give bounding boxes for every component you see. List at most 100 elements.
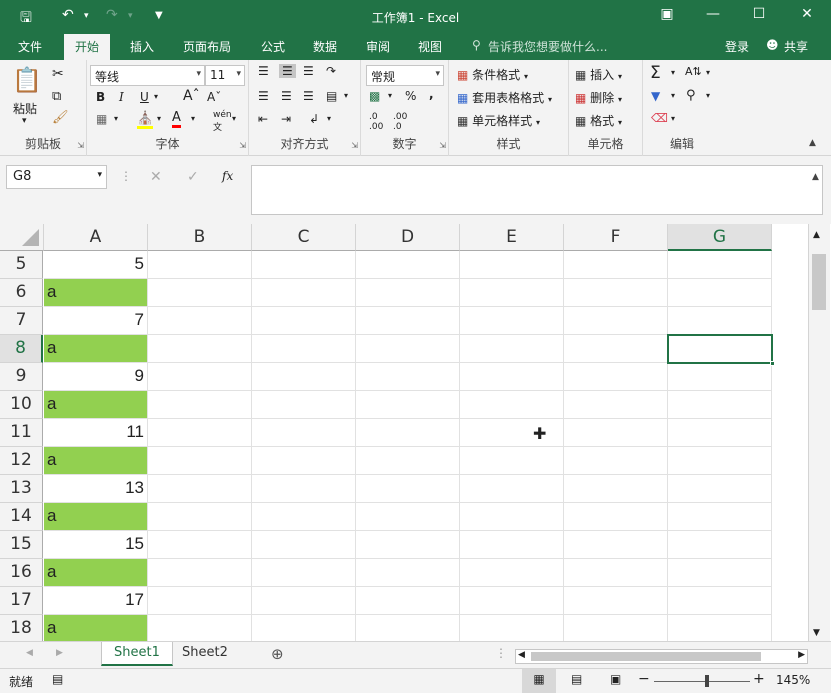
zoom-slider-thumb[interactable]: [705, 675, 709, 687]
font-color-dropdown-icon[interactable]: ▾: [191, 114, 195, 123]
column-header-f[interactable]: F: [564, 224, 668, 251]
paste-icon[interactable]: 📋: [12, 66, 42, 94]
cell-a15[interactable]: 15: [44, 531, 148, 559]
horizontal-scroll-thumb[interactable]: [531, 652, 761, 661]
cell-c6[interactable]: [252, 279, 356, 307]
cell-e5[interactable]: [460, 251, 564, 279]
cell-a18[interactable]: a: [44, 615, 148, 641]
login-link[interactable]: 登录: [725, 38, 749, 55]
cell-e11[interactable]: [460, 419, 564, 447]
cell-c8[interactable]: [252, 335, 356, 363]
row-header-6[interactable]: 6: [0, 279, 43, 307]
column-header-g[interactable]: G: [668, 224, 772, 251]
number-launcher-icon[interactable]: ⇲: [439, 141, 446, 150]
row-header-7[interactable]: 7: [0, 307, 43, 335]
cell-b14[interactable]: [148, 503, 252, 531]
cell-g5[interactable]: [668, 251, 772, 279]
page-layout-view-button[interactable]: ▤: [571, 672, 582, 686]
formula-input[interactable]: [251, 165, 823, 215]
number-format-combo[interactable]: 常规 ▾: [366, 65, 444, 86]
cell-a16[interactable]: a: [44, 559, 148, 587]
cell-a9[interactable]: 9: [44, 363, 148, 391]
cell-g7[interactable]: [668, 307, 772, 335]
cell-f8[interactable]: [564, 335, 668, 363]
cell-a13[interactable]: 13: [44, 475, 148, 503]
cell-e8[interactable]: [460, 335, 564, 363]
prev-sheet-icon[interactable]: ◀: [26, 648, 33, 658]
scroll-right-icon[interactable]: ▶: [798, 650, 805, 660]
cell-d13[interactable]: [356, 475, 460, 503]
middle-align-icon[interactable]: ☰: [279, 64, 296, 78]
wrap-dropdown-icon[interactable]: ▾: [327, 114, 331, 123]
sort-filter-icon[interactable]: A⇅: [685, 65, 702, 78]
delete-cells-button[interactable]: ▦ 删除 ▾: [575, 89, 622, 106]
font-name-combo[interactable]: 等线 ▾: [90, 65, 205, 86]
tab-view[interactable]: 视图: [418, 38, 442, 55]
row-header-5[interactable]: 5: [0, 251, 43, 279]
insert-cells-button[interactable]: ▦ 插入 ▾: [575, 66, 622, 83]
cell-e10[interactable]: [460, 391, 564, 419]
cell-b18[interactable]: [148, 615, 252, 641]
cell-f11[interactable]: [564, 419, 668, 447]
align-right-icon[interactable]: ☰: [303, 89, 314, 103]
cut-icon[interactable]: ✂: [52, 66, 64, 82]
vertical-scrollbar[interactable]: ▲ ▼: [808, 224, 830, 641]
ribbon-display-options-icon[interactable]: ▣: [652, 6, 682, 22]
tab-insert[interactable]: 插入: [130, 38, 154, 55]
cell-e17[interactable]: [460, 587, 564, 615]
format-painter-icon[interactable]: 🖌: [52, 110, 69, 125]
cell-d9[interactable]: [356, 363, 460, 391]
tab-page-layout[interactable]: 页面布局: [183, 38, 231, 55]
cell-b16[interactable]: [148, 559, 252, 587]
cell-d5[interactable]: [356, 251, 460, 279]
cell-f15[interactable]: [564, 531, 668, 559]
tab-review[interactable]: 审阅: [366, 38, 390, 55]
autosum-dropdown-icon[interactable]: ▾: [671, 68, 675, 77]
cell-e16[interactable]: [460, 559, 564, 587]
cell-b7[interactable]: [148, 307, 252, 335]
borders-icon[interactable]: ▦: [96, 112, 107, 126]
cell-e18[interactable]: [460, 615, 564, 641]
cell-d6[interactable]: [356, 279, 460, 307]
tab-formulas[interactable]: 公式: [261, 38, 285, 55]
tab-data[interactable]: 数据: [313, 38, 337, 55]
fill-icon[interactable]: ▼: [651, 89, 660, 103]
fill-dropdown-icon[interactable]: ▾: [671, 91, 675, 100]
find-dropdown-icon[interactable]: ▾: [706, 91, 710, 100]
cell-f6[interactable]: [564, 279, 668, 307]
cell-d8[interactable]: [356, 335, 460, 363]
cell-f5[interactable]: [564, 251, 668, 279]
merge-center-icon[interactable]: ▤: [326, 89, 337, 103]
zoom-slider[interactable]: [654, 681, 750, 682]
underline-button[interactable]: U: [140, 90, 149, 104]
cell-e14[interactable]: [460, 503, 564, 531]
cell-c14[interactable]: [252, 503, 356, 531]
worksheet-grid[interactable]: A B C D E F G 5 5 6 a 7 7 8 a 9 9 10 a 11 11 12 a 13 13 14 a 15 15 16…: [0, 224, 808, 641]
cell-e13[interactable]: [460, 475, 564, 503]
paste-dropdown-icon[interactable]: ▾: [22, 116, 27, 126]
cell-c12[interactable]: [252, 447, 356, 475]
page-break-view-button[interactable]: ▣: [610, 672, 621, 686]
increase-decimal-icon[interactable]: .0.00: [369, 112, 383, 132]
comma-button[interactable]: ,: [429, 87, 434, 101]
horizontal-scrollbar[interactable]: ◀ ▶: [515, 649, 808, 664]
cell-g12[interactable]: [668, 447, 772, 475]
format-cells-button[interactable]: ▦ 格式 ▾: [575, 112, 622, 129]
cell-g11[interactable]: [668, 419, 772, 447]
sheet-tab-sheet1[interactable]: Sheet1: [101, 642, 173, 666]
share-button[interactable]: 共享: [784, 38, 808, 55]
cell-g9[interactable]: [668, 363, 772, 391]
cell-f12[interactable]: [564, 447, 668, 475]
conditional-format-button[interactable]: ▦ 条件格式 ▾: [457, 66, 528, 83]
align-left-icon[interactable]: ☰: [258, 89, 269, 103]
cell-styles-button[interactable]: ▦ 单元格样式 ▾: [457, 112, 540, 129]
phonetic-icon[interactable]: wén 文: [213, 110, 232, 133]
font-size-combo[interactable]: 11 ▾: [205, 65, 245, 86]
cell-b13[interactable]: [148, 475, 252, 503]
scroll-down-icon[interactable]: ▼: [813, 628, 820, 638]
fill-handle[interactable]: [770, 361, 775, 366]
cell-a17[interactable]: 17: [44, 587, 148, 615]
alignment-launcher-icon[interactable]: ⇲: [351, 141, 358, 150]
cell-c18[interactable]: [252, 615, 356, 641]
row-header-9[interactable]: 9: [0, 363, 43, 391]
